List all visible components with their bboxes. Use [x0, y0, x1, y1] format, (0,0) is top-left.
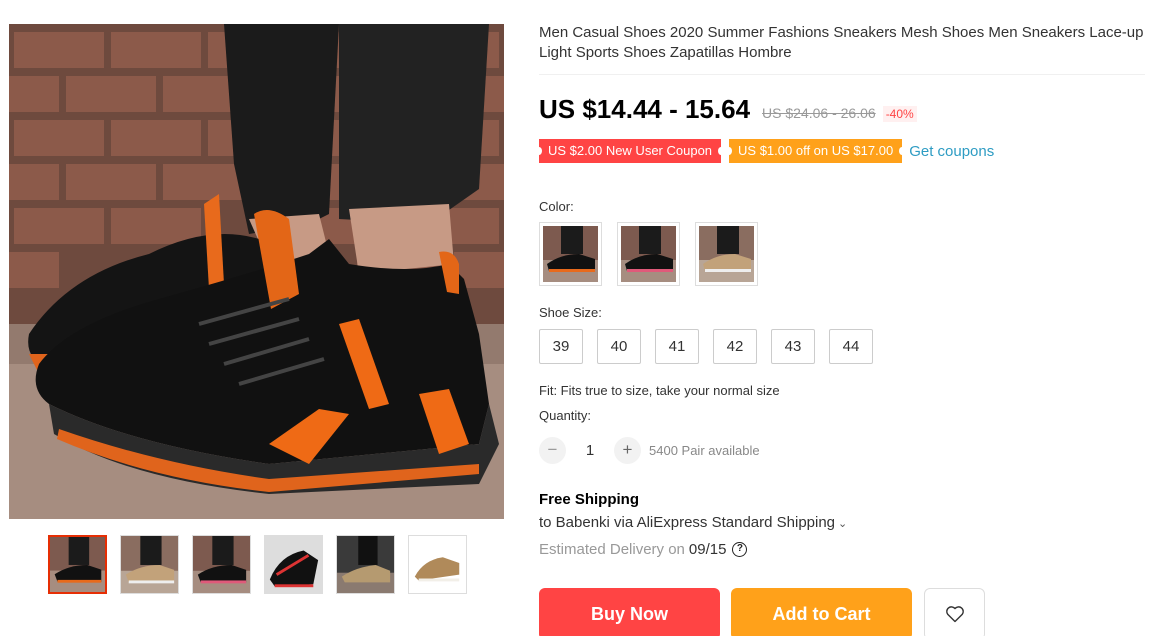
- color-option-khaki[interactable]: [695, 222, 758, 286]
- size-option-44[interactable]: 44: [829, 329, 873, 364]
- delivery-date: 09/15: [688, 541, 727, 558]
- help-icon[interactable]: ?: [732, 542, 748, 557]
- estimated-delivery: Estimated Delivery on 09/15 ?: [539, 541, 748, 558]
- thumbnail-2[interactable]: [120, 535, 179, 594]
- quantity-stepper: − + 5400 Pair available: [539, 437, 760, 464]
- shipping-title: Free Shipping: [539, 491, 640, 508]
- delivery-label: Estimated Delivery on: [539, 541, 685, 558]
- new-user-coupon[interactable]: US $2.00 New User Coupon: [535, 139, 725, 163]
- size-option-39[interactable]: 39: [539, 329, 583, 364]
- quantity-input[interactable]: [566, 442, 614, 459]
- wishlist-button[interactable]: [924, 588, 985, 636]
- size-option-43[interactable]: 43: [771, 329, 815, 364]
- size-label: Shoe Size:: [539, 305, 602, 320]
- thumbnail-1[interactable]: [48, 535, 107, 594]
- divider: [539, 74, 1145, 75]
- add-to-cart-button[interactable]: Add to Cart: [731, 588, 912, 636]
- product-title: Men Casual Shoes 2020 Summer Fashions Sn…: [539, 24, 1144, 61]
- size-options: 39 40 41 42 43 44: [539, 329, 873, 364]
- price-row: US $14.44 - 15.64 US $24.06 - 26.06 -40%: [539, 94, 917, 125]
- thumbnail-5[interactable]: [336, 535, 395, 594]
- color-label: Color:: [539, 199, 574, 214]
- thumbnail-3[interactable]: [192, 535, 251, 594]
- thumbnail-6[interactable]: [408, 535, 467, 594]
- decrease-quantity-button[interactable]: −: [539, 437, 566, 464]
- shipping-method-selector[interactable]: to Babenki via AliExpress Standard Shipp…: [539, 514, 847, 531]
- color-swatches: [539, 222, 758, 286]
- heart-icon: [945, 606, 964, 623]
- color-option-black-grey[interactable]: [617, 222, 680, 286]
- get-coupons-link[interactable]: Get coupons: [909, 143, 994, 160]
- fit-note: Fit: Fits true to size, take your normal…: [539, 383, 780, 398]
- color-option-black-orange[interactable]: [539, 222, 602, 286]
- stock-available: 5400 Pair available: [649, 443, 760, 458]
- chevron-down-icon: ⌄: [838, 518, 848, 530]
- coupon-row: US $2.00 New User Coupon US $1.00 off on…: [535, 139, 994, 163]
- sneaker-photo: [9, 24, 504, 519]
- discount-badge: -40%: [882, 106, 917, 122]
- size-option-42[interactable]: 42: [713, 329, 757, 364]
- thumbnail-4[interactable]: [264, 535, 323, 594]
- thumbnail-strip: [48, 535, 467, 594]
- store-coupon[interactable]: US $1.00 off on US $17.00: [726, 139, 906, 163]
- shipping-destination: to Babenki via AliExpress Standard Shipp…: [539, 514, 836, 531]
- increase-quantity-button[interactable]: +: [614, 437, 641, 464]
- buy-now-button[interactable]: Buy Now: [539, 588, 720, 636]
- quantity-label: Quantity:: [539, 408, 592, 423]
- current-price: US $14.44 - 15.64: [539, 94, 751, 124]
- main-product-image[interactable]: [9, 24, 504, 519]
- original-price: US $24.06 - 26.06: [762, 105, 876, 121]
- size-option-40[interactable]: 40: [597, 329, 641, 364]
- size-option-41[interactable]: 41: [655, 329, 699, 364]
